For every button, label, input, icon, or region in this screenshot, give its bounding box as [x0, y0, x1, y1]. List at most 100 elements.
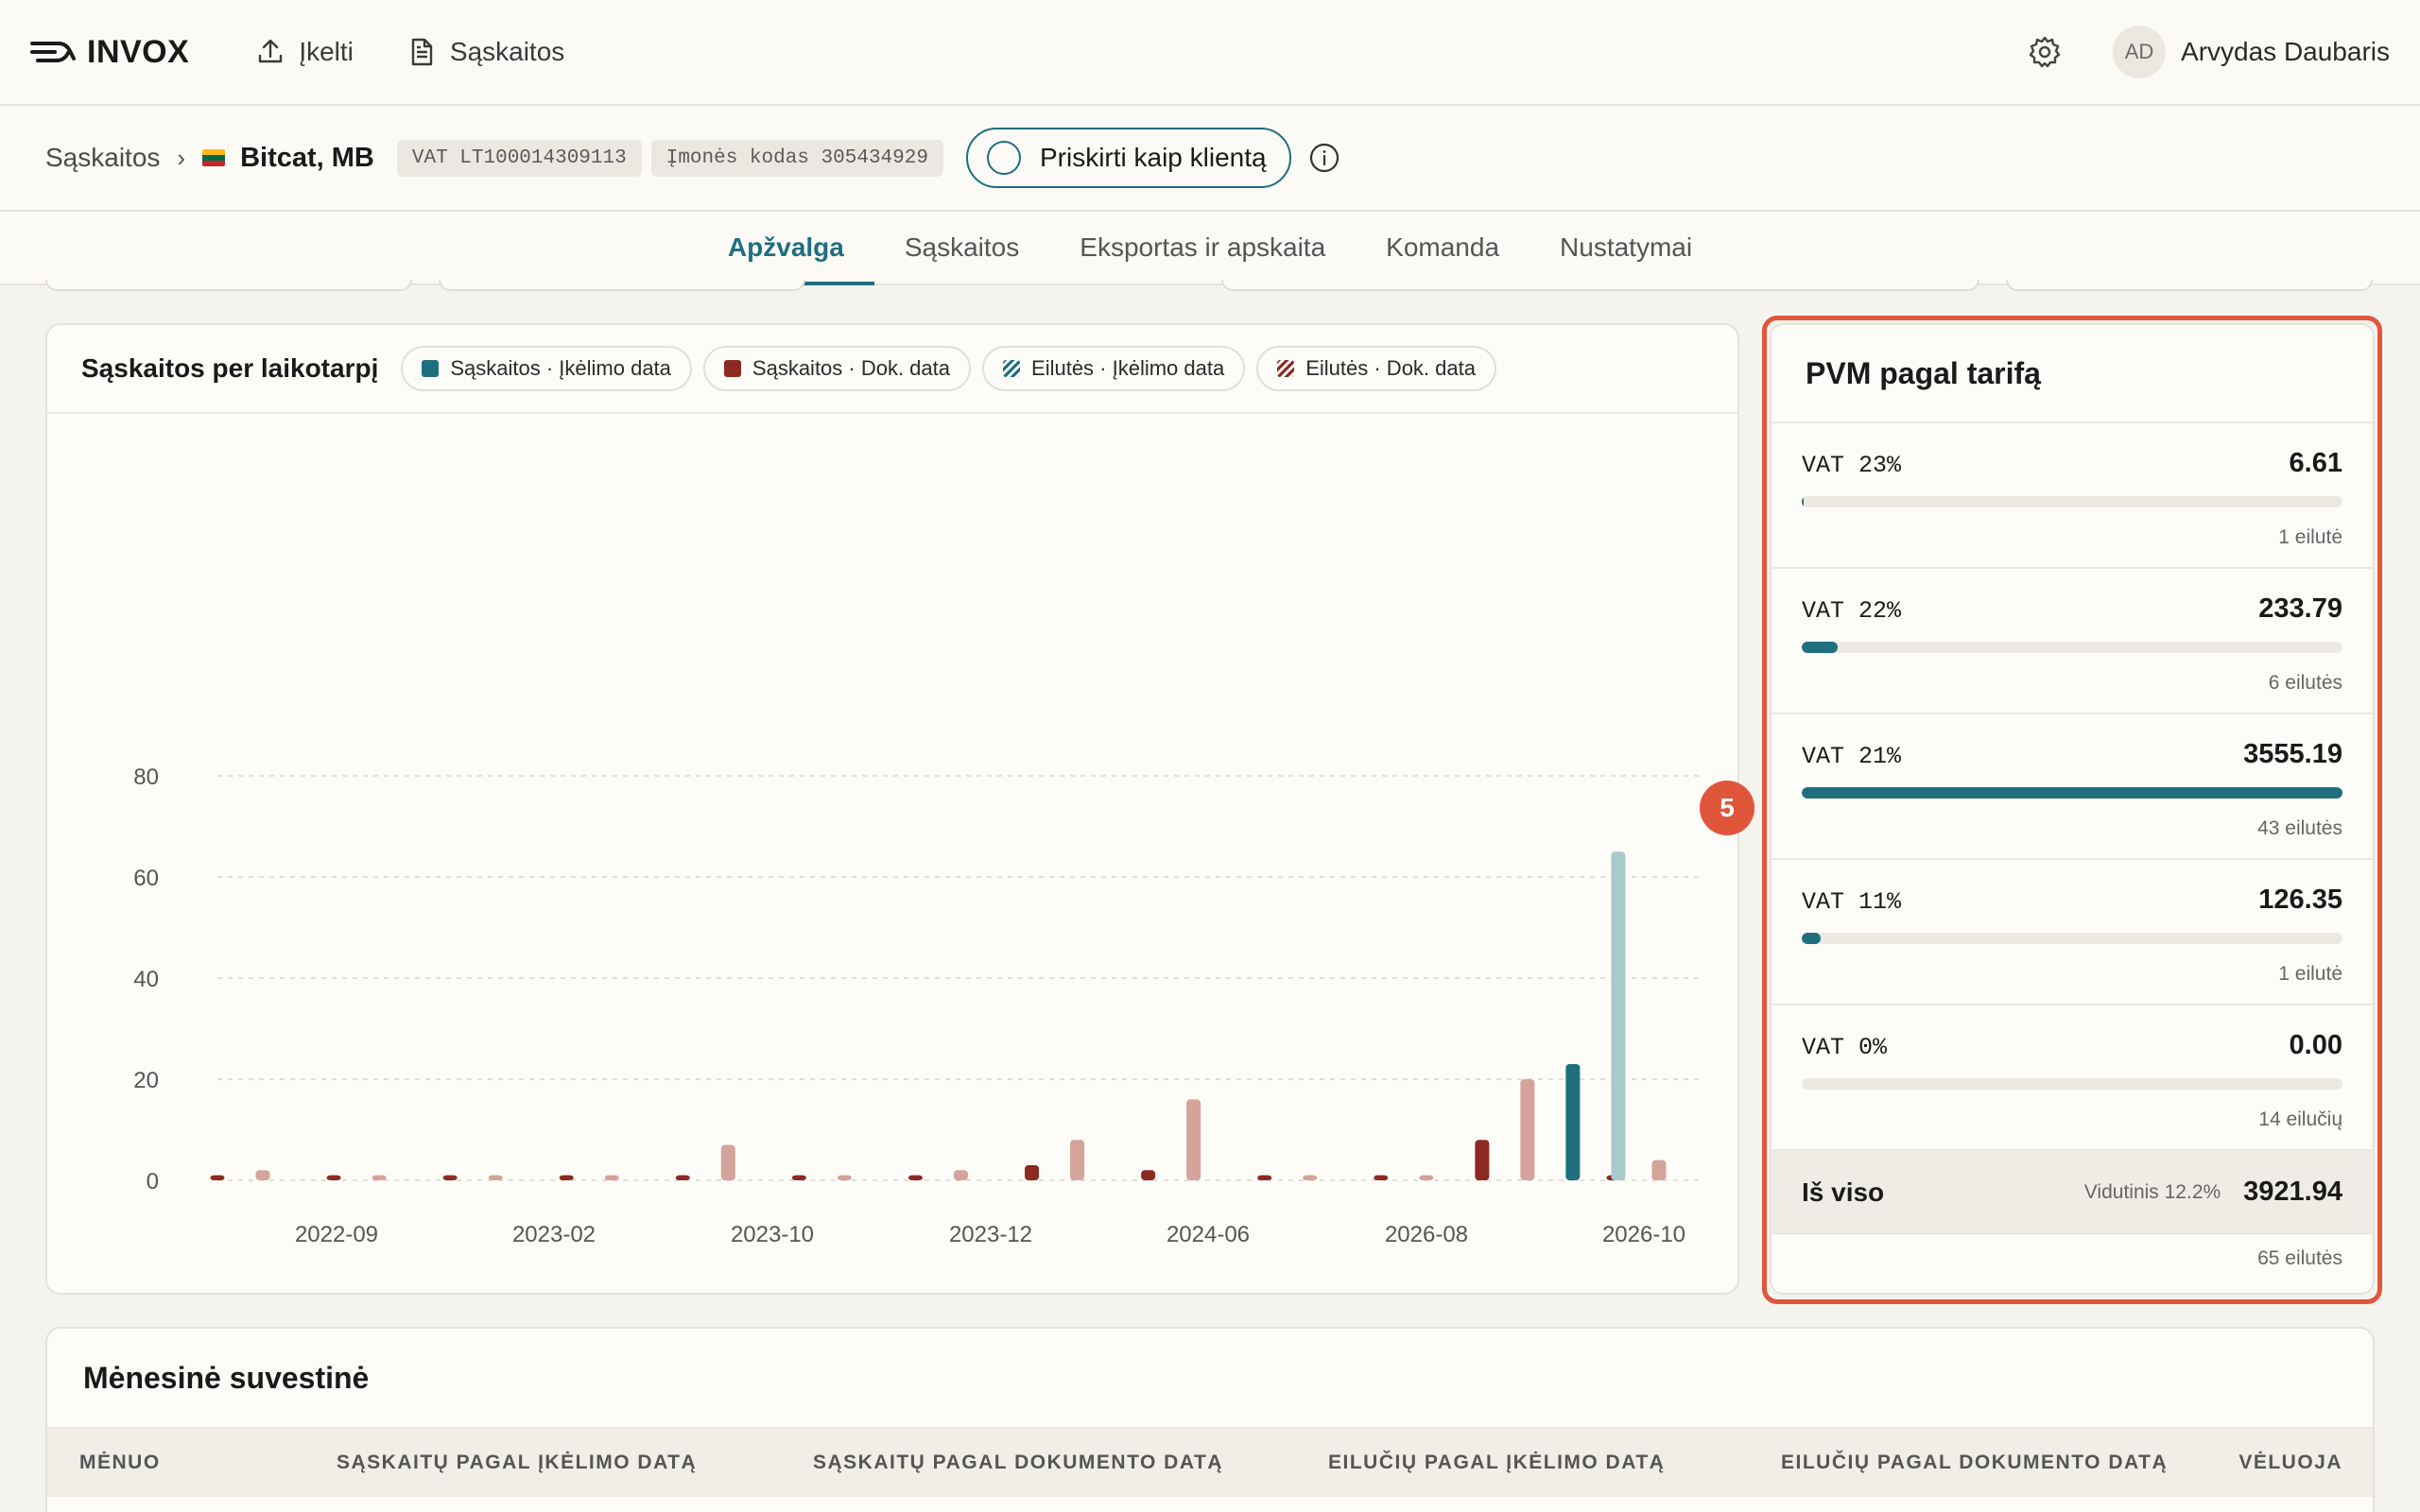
y-tick-label: 60	[133, 866, 159, 891]
vat-rate-label: VAT 11%	[1802, 888, 1902, 916]
breadcrumb-invoices-link[interactable]: Sąskaitos	[45, 143, 160, 173]
document-icon	[411, 38, 433, 66]
vat-rate-row: VAT 11% 126.35 1 eilutė	[1772, 860, 2373, 1005]
vat-rate-count: 43 eilutės	[2257, 817, 2342, 839]
chart-bar	[210, 1175, 225, 1180]
breadcrumb: Sąskaitos › Bitcat, MB VAT LT10001430911…	[0, 106, 2420, 212]
vat-progress-bar	[1802, 1078, 2342, 1090]
legend-swatch	[422, 360, 440, 377]
nav-upload[interactable]: Įkelti	[255, 37, 354, 67]
tab-invoices[interactable]: Sąskaitos	[874, 212, 1049, 284]
vat-progress-fill	[1802, 642, 1838, 653]
step-badge: 5	[1700, 781, 1754, 835]
circle-icon	[986, 141, 1021, 175]
col-lines-doc[interactable]: EILUČIŲ PAGAL DOKUMENTO DATĄ	[1781, 1452, 2168, 1474]
assign-client-label: Priskirti kaip klientą	[1039, 143, 1267, 172]
legend-label: Sąskaitos · Dok. data	[752, 356, 951, 380]
app-logo[interactable]: INVOX	[30, 34, 189, 71]
user-name[interactable]: Arvydas Daubaris	[2181, 37, 2390, 67]
vat-rate-count: 1 eilutė	[2278, 526, 2342, 548]
chart-bar	[1257, 1175, 1272, 1180]
tab-export[interactable]: Eksportas ir apskaita	[1049, 212, 1356, 284]
nav-invoices[interactable]: Sąskaitos	[406, 37, 564, 67]
x-tick-label: 2026-10	[1602, 1222, 1685, 1247]
col-invoices-upload[interactable]: SĄSKAITŲ PAGAL ĮKĖLIMO DATĄ	[337, 1452, 697, 1474]
vat-code-chip: VAT LT100014309113	[396, 139, 642, 177]
y-tick-label: 40	[133, 967, 159, 992]
vat-rate-amount: 233.79	[2258, 593, 2342, 624]
stat-card-edge	[1221, 280, 1979, 291]
vat-progress-bar	[1802, 642, 2342, 653]
chart-bar	[837, 1175, 852, 1180]
legend-swatch	[1277, 360, 1295, 377]
vat-total-label: Iš viso	[1802, 1177, 1885, 1207]
legend-label: Sąskaitos · Įkėlimo data	[450, 356, 671, 380]
vat-progress-fill	[1802, 933, 1822, 944]
vat-rate-amount: 3555.19	[2243, 739, 2342, 769]
vat-rate-label: VAT 21%	[1802, 743, 1902, 770]
nav-upload-label: Įkelti	[299, 37, 354, 66]
vat-rate-row: VAT 21% 3555.19 43 eilutės	[1772, 714, 2373, 860]
lithuania-flag-icon	[202, 149, 226, 166]
y-tick-label: 0	[147, 1169, 159, 1194]
y-tick-label: 80	[133, 765, 159, 790]
company-code-chip: Įmonės kodas 305434929	[650, 139, 943, 177]
legend-swatch	[723, 360, 741, 377]
vat-by-rate-card: PVM pagal tarifą VAT 23% 6.61 1 eilutė VAT …	[1770, 323, 2375, 1295]
tab-settings[interactable]: Nustatymai	[1530, 212, 1722, 284]
vat-rate-row: VAT 0% 0.00 14 eilučių	[1772, 1005, 2373, 1151]
tab-team[interactable]: Komanda	[1356, 212, 1530, 284]
chart-bar	[1141, 1170, 1156, 1180]
chart-bar	[1186, 1099, 1201, 1180]
stat-card-edge	[45, 280, 412, 291]
col-month[interactable]: MĖNUO	[79, 1452, 161, 1474]
legend-label: Eilutės · Dok. data	[1305, 356, 1476, 380]
vat-rate-count: 14 eilučių	[2258, 1108, 2342, 1130]
chart-bar	[1651, 1160, 1667, 1180]
tab-overview[interactable]: Apžvalga	[697, 212, 874, 285]
vat-rate-amount: 126.35	[2258, 885, 2342, 915]
chart-bar	[675, 1175, 690, 1180]
top-bar: INVOX Įkelti Sąskaitos AD Arvydas Daubar…	[0, 0, 2420, 106]
logo-icon	[30, 42, 76, 62]
vat-rate-row: VAT 23% 6.61 1 eilutė	[1772, 423, 2373, 569]
chart-bar	[953, 1170, 968, 1180]
chart-bar	[720, 1144, 735, 1180]
info-icon[interactable]	[1308, 142, 1340, 174]
assign-client-button[interactable]: Priskirti kaip klientą	[965, 128, 1291, 188]
col-lines-upload[interactable]: EILUČIŲ PAGAL ĮKĖLIMO DATĄ	[1328, 1452, 1665, 1474]
x-tick-label: 2023-10	[731, 1222, 814, 1247]
gear-icon[interactable]	[2028, 35, 2062, 69]
vat-progress-fill	[1802, 787, 2342, 799]
vat-rate-amount: 6.61	[2289, 448, 2342, 478]
legend-lines-doc[interactable]: Eilutės · Dok. data	[1256, 346, 1496, 391]
avatar[interactable]: AD	[2113, 26, 2167, 78]
stat-card-edge	[2006, 280, 2373, 291]
vat-card-title: PVM pagal tarifą	[1772, 325, 2373, 423]
chart-bar	[1419, 1175, 1434, 1180]
legend-lines-upload[interactable]: Eilutės · Įkėlimo data	[982, 346, 1246, 391]
chart-bar	[488, 1175, 503, 1180]
legend-invoices-upload[interactable]: Sąskaitos · Įkėlimo data	[401, 346, 692, 391]
x-tick-label: 2022-09	[295, 1222, 378, 1247]
chart-bar	[1565, 1063, 1581, 1180]
chart-bar	[255, 1170, 270, 1180]
col-invoices-doc[interactable]: SĄSKAITŲ PAGAL DOKUMENTO DATĄ	[813, 1452, 1223, 1474]
chart-header: Sąskaitos per laikotarpį Sąskaitos · Įkė…	[47, 325, 1737, 414]
vat-rate-label: VAT 0%	[1802, 1034, 1888, 1061]
chart-bar	[1520, 1079, 1535, 1180]
summary-title: Mėnesinė suvestinė	[47, 1329, 2373, 1429]
chart-bar	[791, 1175, 806, 1180]
app-name: INVOX	[87, 33, 190, 70]
legend-invoices-doc[interactable]: Sąskaitos · Dok. data	[702, 346, 972, 391]
vat-average: Vidutinis 12.2%	[2083, 1180, 2221, 1203]
chart-bar	[326, 1175, 341, 1180]
x-tick-label: 2023-02	[512, 1222, 596, 1247]
vat-rate-count: 6 eilutės	[2268, 672, 2342, 694]
chart-bar	[1611, 851, 1626, 1180]
vat-rate-count: 1 eilutė	[2278, 963, 2342, 985]
vat-rate-row: VAT 22% 233.79 6 eilutės	[1772, 569, 2373, 714]
col-overdue[interactable]: VĖLUOJA	[2238, 1452, 2342, 1474]
chart-bar	[908, 1175, 923, 1180]
chart-bar	[559, 1175, 574, 1180]
